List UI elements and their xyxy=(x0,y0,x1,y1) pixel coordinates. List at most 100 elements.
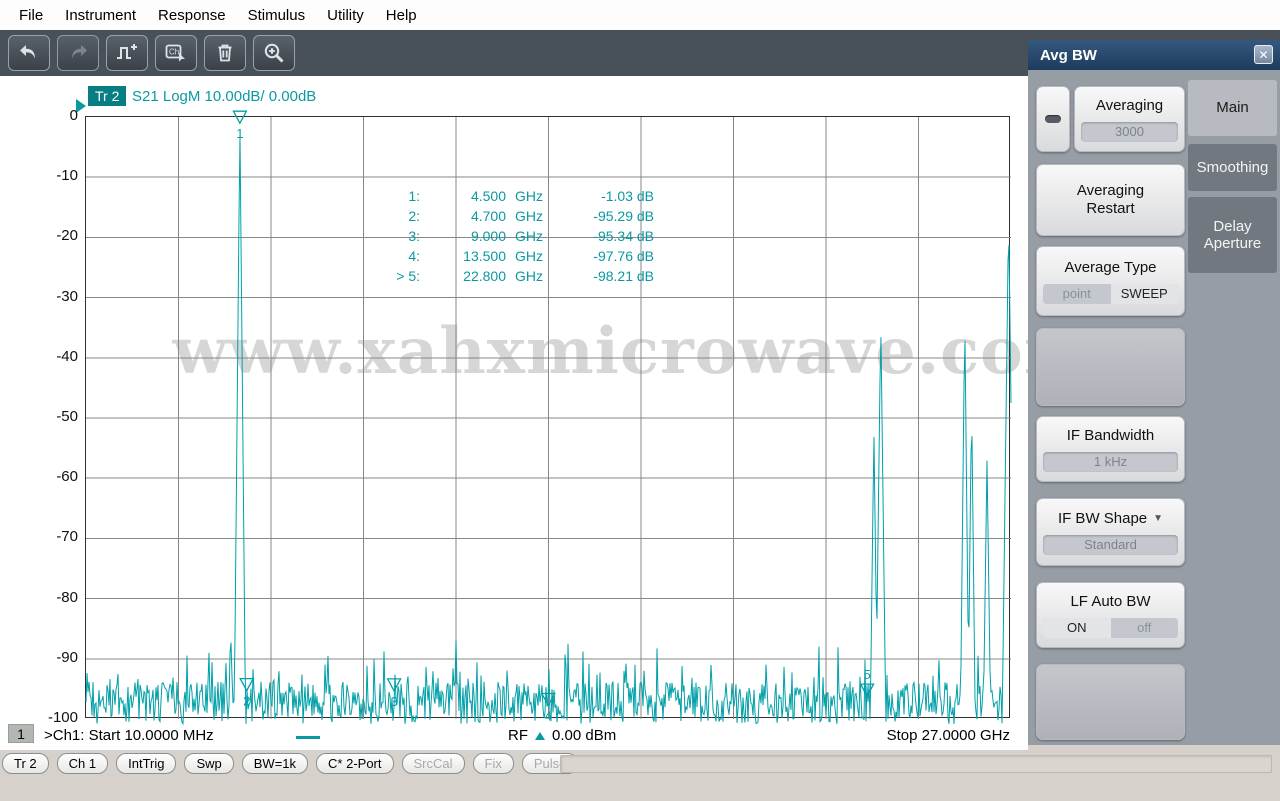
marker-value: -1.03 dB xyxy=(601,188,654,204)
bottom-button-bw-1k[interactable]: BW=1k xyxy=(241,753,309,774)
undo-icon xyxy=(20,45,35,59)
option-point[interactable]: point xyxy=(1043,283,1111,304)
close-button[interactable]: ✕ xyxy=(1254,45,1273,64)
bottom-button-inttrig[interactable]: IntTrig xyxy=(116,753,177,774)
marker-label: 2: xyxy=(408,208,420,224)
add-pulse-button[interactable] xyxy=(106,35,148,71)
tab-smoothing[interactable]: Smoothing xyxy=(1188,144,1277,191)
close-icon: ✕ xyxy=(1258,47,1269,62)
menu-item-utility[interactable]: Utility xyxy=(316,3,375,28)
marker-label: 3: xyxy=(408,228,420,244)
zoom-in-icon xyxy=(264,43,284,63)
channel-indicator: 1 xyxy=(8,724,34,743)
trace-legend-dash xyxy=(296,736,320,739)
blank-button-2 xyxy=(1036,664,1185,740)
marker-label: 1: xyxy=(408,188,420,204)
marker-unit: GHz xyxy=(515,268,543,284)
copy-channel-button[interactable]: Ch xyxy=(155,35,197,71)
marker-5-number: 5 xyxy=(863,667,870,682)
average-type-button[interactable]: Average Type point SWEEP xyxy=(1036,246,1185,316)
side-panel-title: Avg BW xyxy=(1040,46,1097,64)
if-bw-shape-value: Standard xyxy=(1043,534,1178,555)
bottom-button-tr-2[interactable]: Tr 2 xyxy=(2,753,49,774)
option-sweep[interactable]: SWEEP xyxy=(1110,283,1178,304)
menu-item-instrument[interactable]: Instrument xyxy=(54,3,147,28)
marker-unit: GHz xyxy=(515,188,543,204)
if-bw-shape-label-row: IF BW Shape ▼ xyxy=(1058,510,1163,528)
chevron-down-icon: ▼ xyxy=(1153,512,1164,524)
if-bandwidth-label: IF Bandwidth xyxy=(1066,426,1155,444)
vna-application-window: File Instrument Response Stimulus Utility Hel… xyxy=(0,0,1280,801)
rf-level-marker-icon xyxy=(535,731,545,740)
y-tick-label: -50 xyxy=(56,408,78,425)
option-on[interactable]: ON xyxy=(1043,617,1111,638)
y-tick-label: -30 xyxy=(56,287,78,305)
trace-title: S21 LogM 10.00dB/ 0.00dB xyxy=(132,88,317,105)
y-tick-label: -40 xyxy=(56,347,78,365)
marker-5-glyph[interactable] xyxy=(859,683,875,698)
menu-item-stimulus[interactable]: Stimulus xyxy=(237,3,317,28)
if-bandwidth-button[interactable]: IF Bandwidth 1 kHz xyxy=(1036,416,1185,482)
averaging-enable-toggle[interactable] xyxy=(1036,86,1070,152)
averaging-button[interactable]: Averaging 3000 xyxy=(1074,86,1185,152)
marker-4-number: 4 xyxy=(545,709,552,724)
toggle-slot-icon xyxy=(1045,115,1061,123)
if-bw-shape-button[interactable]: IF BW Shape ▼ Standard xyxy=(1036,498,1185,566)
redo-icon xyxy=(72,45,87,59)
marker-unit: GHz xyxy=(515,208,543,224)
marker-readout: 1: 4.500 GHz -1.03 dB 2: 4.700 GHz -95.29 dB 3: 9… xyxy=(378,186,654,286)
bottom-button-swp[interactable]: Swp xyxy=(184,753,234,774)
undo-button[interactable] xyxy=(8,35,50,71)
zoom-in-button[interactable] xyxy=(253,35,295,71)
y-tick-label: -60 xyxy=(56,468,78,486)
trash-icon xyxy=(218,44,232,62)
marker-frequency: 13.500 xyxy=(463,248,506,264)
pulse-add-icon xyxy=(117,44,137,59)
marker-unit: GHz xyxy=(515,228,543,244)
menu-bar: File Instrument Response Stimulus Utility Hel… xyxy=(0,0,1280,30)
menu-item-response[interactable]: Response xyxy=(147,3,237,28)
bottom-button-c-2-port[interactable]: C* 2-Port xyxy=(316,753,394,774)
if-bandwidth-value: 1 kHz xyxy=(1043,451,1178,472)
rf-power-value: 0.00 dBm xyxy=(552,727,617,744)
svg-text:Ch: Ch xyxy=(169,48,179,57)
marker-value: -95.34 dB xyxy=(593,228,654,244)
menu-item-help[interactable]: Help xyxy=(375,3,428,28)
averaging-restart-label: Averaging Restart xyxy=(1076,182,1145,217)
rf-power-label: RF 0.00 dBm xyxy=(508,727,616,744)
marker-value: -98.21 dB xyxy=(593,268,654,284)
bottom-button-fix: Fix xyxy=(472,753,514,774)
marker-frequency: 4.700 xyxy=(470,208,506,224)
tab-delay-aperture[interactable]: Delay Aperture xyxy=(1188,197,1277,273)
option-off[interactable]: off xyxy=(1110,617,1178,638)
marker-3-number: 3 xyxy=(390,694,397,709)
averaging-restart-button[interactable]: Averaging Restart xyxy=(1036,164,1185,236)
if-bw-shape-label: IF BW Shape xyxy=(1057,509,1148,527)
trace-badge[interactable]: Tr 2 xyxy=(88,86,127,106)
marker-label: 4: xyxy=(408,248,420,264)
lf-auto-bw-label: LF Auto BW xyxy=(1070,592,1151,610)
y-tick-label: -90 xyxy=(56,648,78,666)
menu-item-file[interactable]: File xyxy=(8,3,54,28)
message-field xyxy=(560,755,1272,773)
marker-readout-row: 3: 9.000 GHz -95.34 dB xyxy=(378,226,654,246)
stop-frequency-label: Stop 27.0000 GHz xyxy=(886,727,1010,744)
y-tick-label: -10 xyxy=(56,167,78,185)
y-tick-label: -20 xyxy=(56,227,78,245)
marker-frequency: 4.500 xyxy=(470,188,506,204)
marker-1-glyph[interactable] xyxy=(232,110,248,125)
marker-frequency: 22.800 xyxy=(463,268,506,284)
blank-button-1 xyxy=(1036,328,1185,406)
delete-button[interactable] xyxy=(204,35,246,71)
bottom-button-ch-1[interactable]: Ch 1 xyxy=(56,753,109,774)
start-frequency-label: >Ch1: Start 10.0000 MHz xyxy=(44,727,214,744)
bottom-button-srccal: SrcCal xyxy=(401,753,465,774)
marker-1-number: 1 xyxy=(236,126,243,141)
marker-frequency: 9.000 xyxy=(470,228,506,244)
averaging-label: Averaging xyxy=(1095,96,1164,114)
tab-main[interactable]: Main xyxy=(1188,80,1277,136)
marker-readout-row: 4: 13.500 GHz -97.76 dB xyxy=(378,246,654,266)
averaging-value: 3000 xyxy=(1081,121,1178,142)
lf-auto-bw-button[interactable]: LF Auto BW ON off xyxy=(1036,582,1185,648)
marker-readout-row: 2: 4.700 GHz -95.29 dB xyxy=(378,206,654,226)
